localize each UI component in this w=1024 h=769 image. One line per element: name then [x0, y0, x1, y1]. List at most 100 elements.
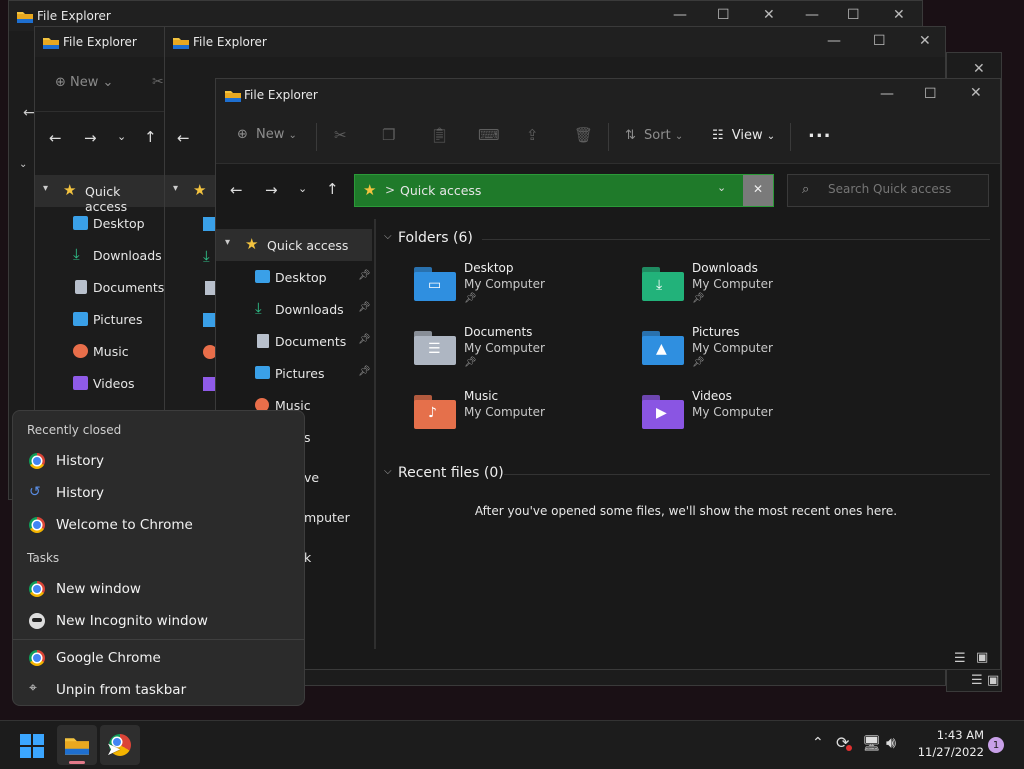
- folder-name: Pictures: [692, 325, 740, 339]
- star-icon: ★: [245, 235, 259, 253]
- jump-list-item-unpin[interactable]: ⌖ Unpin from taskbar: [13, 674, 304, 706]
- title-bar[interactable]: File Explorer — ☐ ✕: [216, 79, 1000, 111]
- explorer-window-front[interactable]: File Explorer — ☐ ✕ ⊕ New ⌄ ✂ ❐ 📋︎ ⌨ ⇪ 🗑…: [215, 78, 1001, 670]
- section-title[interactable]: Folders (6): [398, 230, 473, 246]
- minimize-button[interactable]: —: [673, 7, 687, 23]
- sidebar-item-quick-access[interactable]: ▾ ★ Quick access: [35, 175, 165, 214]
- maximize-button[interactable]: ☐: [717, 7, 730, 23]
- recently-closed-header: Recently closed: [27, 423, 122, 437]
- chevron-down-icon[interactable]: ⌄: [19, 159, 27, 170]
- sidebar-item-label: Desktop: [93, 216, 145, 231]
- share-icon[interactable]: ⇪: [526, 126, 539, 144]
- new-button[interactable]: ⊕ New ⌄: [55, 75, 113, 90]
- picture-icon: [255, 366, 270, 379]
- minimize-button[interactable]: —: [805, 7, 819, 23]
- forward-arrow-icon[interactable]: →: [84, 129, 97, 147]
- pin-icon: 📌︎: [358, 270, 371, 281]
- close-button[interactable]: ✕: [970, 85, 982, 101]
- back-arrow-icon[interactable]: ←: [49, 129, 62, 147]
- volume-icon[interactable]: 🔊︎: [886, 733, 896, 753]
- jump-list-item-new-incognito-window[interactable]: New Incognito window: [13, 605, 304, 637]
- folder-tile[interactable]: ▲ Pictures My Computer 📌︎: [634, 321, 854, 377]
- address-dropdown-icon[interactable]: ⌄: [717, 181, 726, 194]
- tile-view-icon[interactable]: ▣: [987, 673, 999, 688]
- close-button[interactable]: ✕: [763, 7, 775, 23]
- view-button[interactable]: ☷ View ⌄: [712, 128, 775, 143]
- sort-button[interactable]: ⇅ Sort ⌄: [625, 128, 683, 143]
- start-button[interactable]: [20, 734, 44, 758]
- jump-list-item-google-chrome[interactable]: Google Chrome: [13, 642, 304, 674]
- taskbar-file-explorer-button[interactable]: [57, 725, 97, 765]
- sidebar-item-desktop[interactable]: Desktop 📌︎: [216, 261, 372, 293]
- sidebar-item-partial[interactable]: k: [304, 550, 311, 565]
- folder-tile[interactable]: ♪ Music My Computer: [406, 385, 626, 441]
- chevron-down-icon[interactable]: ⌵: [384, 466, 392, 477]
- sidebar-item-quick-access[interactable]: ▾ ★: [165, 175, 217, 207]
- breadcrumb[interactable]: Quick access: [400, 183, 481, 198]
- chevron-down-icon[interactable]: ⌵: [384, 231, 392, 242]
- title-bar[interactable]: File Explorer — ☐ ✕: [165, 27, 945, 57]
- more-options-button[interactable]: ...: [808, 121, 832, 142]
- new-button[interactable]: ⊕ New ⌄: [237, 127, 297, 142]
- minimize-button[interactable]: —: [827, 33, 841, 49]
- star-icon: ★: [363, 181, 377, 199]
- folder-tile[interactable]: ⤓ Downloads My Computer 📌︎: [634, 257, 854, 313]
- sidebar-item-pictures[interactable]: Pictures 📌︎: [216, 357, 372, 389]
- address-bar[interactable]: ★ > Quick access ⌄ ✕: [354, 174, 774, 207]
- sidebar-item-label: Desktop: [275, 270, 327, 285]
- jump-list-item-history[interactable]: History: [13, 445, 304, 477]
- notification-badge[interactable]: 1: [988, 737, 1004, 753]
- sidebar-item-documents[interactable]: Documents 📌︎: [216, 325, 372, 357]
- minimize-button[interactable]: —: [880, 86, 894, 102]
- content-pane: ⌵ Folders (6) ▭ Desktop My Computer 📌︎ ⤓…: [376, 219, 996, 669]
- sidebar-item-downloads[interactable]: ⤓ Downloads 📌︎: [216, 293, 372, 325]
- cut-icon[interactable]: ✂: [152, 74, 164, 90]
- tile-view-icon[interactable]: ▣: [976, 650, 988, 665]
- close-button[interactable]: ✕: [893, 7, 905, 23]
- folder-location: My Computer: [692, 405, 773, 419]
- maximize-button[interactable]: ☐: [847, 7, 860, 23]
- chrome-icon: [29, 650, 45, 666]
- divider: [316, 123, 317, 151]
- up-arrow-icon[interactable]: ↑: [326, 180, 339, 198]
- clear-address-button[interactable]: ✕: [743, 175, 773, 206]
- chevron-down-icon[interactable]: ⌄: [117, 130, 126, 143]
- close-button[interactable]: ✕: [919, 33, 931, 49]
- maximize-button[interactable]: ☐: [873, 33, 886, 49]
- music-icon: ♪: [428, 405, 437, 421]
- download-icon: ⤓: [255, 299, 262, 317]
- paste-icon[interactable]: 📋︎: [430, 126, 449, 144]
- jump-list-item-welcome[interactable]: Welcome to Chrome: [13, 509, 304, 541]
- sidebar-item-quick-access[interactable]: ▾ ★ Quick access: [216, 229, 372, 261]
- sidebar-item-partial[interactable]: ve: [304, 470, 319, 485]
- back-arrow-icon[interactable]: ←: [177, 129, 190, 147]
- close-icon[interactable]: ✕: [973, 61, 985, 77]
- delete-icon[interactable]: 🗑︎: [574, 126, 593, 144]
- recent-locations-chevron-icon[interactable]: ⌄: [298, 182, 307, 195]
- detail-view-icon[interactable]: ☰: [954, 651, 966, 666]
- section-title[interactable]: Recent files (0): [398, 465, 504, 481]
- search-input[interactable]: [826, 181, 980, 197]
- empty-state-message: After you've opened some files, we'll sh…: [474, 504, 898, 518]
- folder-name: Downloads: [692, 261, 758, 275]
- back-arrow-icon[interactable]: ←: [23, 105, 35, 121]
- clock[interactable]: 1:43 AM 11/27/2022: [912, 728, 984, 759]
- forward-arrow-icon[interactable]: →: [265, 181, 278, 199]
- folder-tile[interactable]: ☰ Documents My Computer 📌︎: [406, 321, 626, 377]
- cut-icon[interactable]: ✂: [334, 126, 347, 144]
- show-hidden-icons-chevron-icon[interactable]: ⌃: [812, 735, 824, 751]
- rename-icon[interactable]: ⌨: [478, 126, 500, 144]
- detail-view-icon[interactable]: ☰: [971, 673, 983, 688]
- jump-list-item-new-window[interactable]: New window: [13, 573, 304, 605]
- up-arrow-icon[interactable]: ↑: [144, 128, 157, 146]
- network-icon[interactable]: 🖥︎: [862, 734, 881, 752]
- jump-list-item-history[interactable]: ↺ History: [13, 477, 304, 509]
- folder-tile[interactable]: ▭ Desktop My Computer 📌︎: [406, 257, 626, 313]
- folder-tile[interactable]: ▶ Videos My Computer: [634, 385, 854, 441]
- back-arrow-icon[interactable]: ←: [230, 181, 243, 199]
- search-box[interactable]: ⌕: [787, 174, 989, 207]
- sidebar-item-partial[interactable]: mputer: [304, 510, 350, 525]
- document-icon: [257, 334, 269, 348]
- maximize-button[interactable]: ☐: [924, 86, 937, 102]
- copy-icon[interactable]: ❐: [382, 126, 395, 144]
